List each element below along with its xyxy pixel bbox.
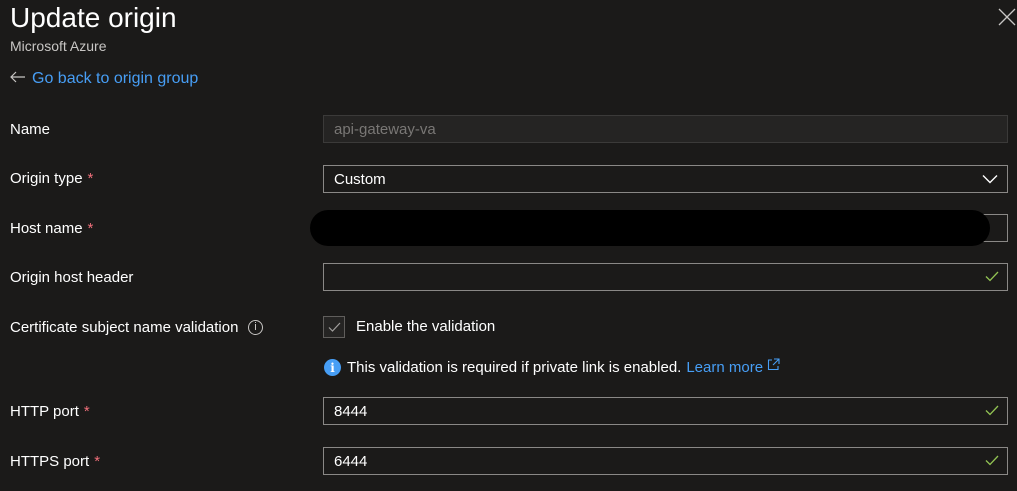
- enable-validation-label: Enable the validation: [356, 318, 496, 335]
- close-icon: [998, 8, 1016, 26]
- external-link-icon: [768, 358, 780, 371]
- info-icon[interactable]: [248, 320, 264, 335]
- origin-type-label: Origin type *: [10, 170, 94, 187]
- required-asterisk: *: [94, 453, 101, 470]
- required-asterisk: *: [87, 220, 94, 237]
- redaction-mark: [310, 210, 990, 246]
- http-port-label: HTTP port *: [10, 403, 90, 420]
- valid-check-icon: [985, 455, 999, 466]
- update-origin-panel: Update origin Microsoft Azure Go back to…: [0, 0, 1017, 491]
- checkmark-icon: [328, 322, 341, 332]
- name-value: api-gateway-va: [334, 120, 436, 138]
- origin-type-value: Custom: [334, 170, 386, 188]
- name-field[interactable]: api-gateway-va: [323, 115, 1008, 143]
- origin-type-select[interactable]: Custom: [323, 165, 1008, 193]
- https-port-value: 6444: [334, 452, 368, 470]
- learn-more-link[interactable]: Learn more: [686, 358, 780, 376]
- http-port-value: 8444: [334, 402, 368, 420]
- origin-host-header-label: Origin host header: [10, 269, 134, 286]
- name-label: Name: [10, 121, 51, 138]
- https-port-field[interactable]: 6444: [323, 447, 1008, 475]
- back-to-origin-group-link[interactable]: Go back to origin group: [10, 70, 198, 88]
- required-asterisk: *: [83, 403, 90, 420]
- enable-validation-checkbox[interactable]: [323, 316, 345, 338]
- info-text: This validation is required if private l…: [347, 359, 682, 376]
- http-port-field[interactable]: 8444: [323, 397, 1008, 425]
- required-asterisk: *: [87, 170, 94, 187]
- chevron-down-icon: [982, 175, 998, 184]
- info-filled-icon: i: [324, 359, 341, 376]
- host-name-label: Host name *: [10, 220, 94, 237]
- back-link-label: Go back to origin group: [32, 70, 199, 87]
- page-title: Update origin: [10, 2, 177, 33]
- valid-check-icon: [985, 405, 999, 416]
- https-port-label: HTTPS port *: [10, 453, 101, 470]
- close-button[interactable]: [998, 8, 1017, 28]
- origin-host-header-field[interactable]: [323, 263, 1008, 291]
- cert-validation-label: Certificate subject name validation: [10, 319, 264, 336]
- arrow-left-icon: [10, 71, 25, 83]
- valid-check-icon: [985, 271, 999, 282]
- private-link-info: i This validation is required if private…: [324, 358, 780, 376]
- page-subtitle: Microsoft Azure: [10, 38, 107, 54]
